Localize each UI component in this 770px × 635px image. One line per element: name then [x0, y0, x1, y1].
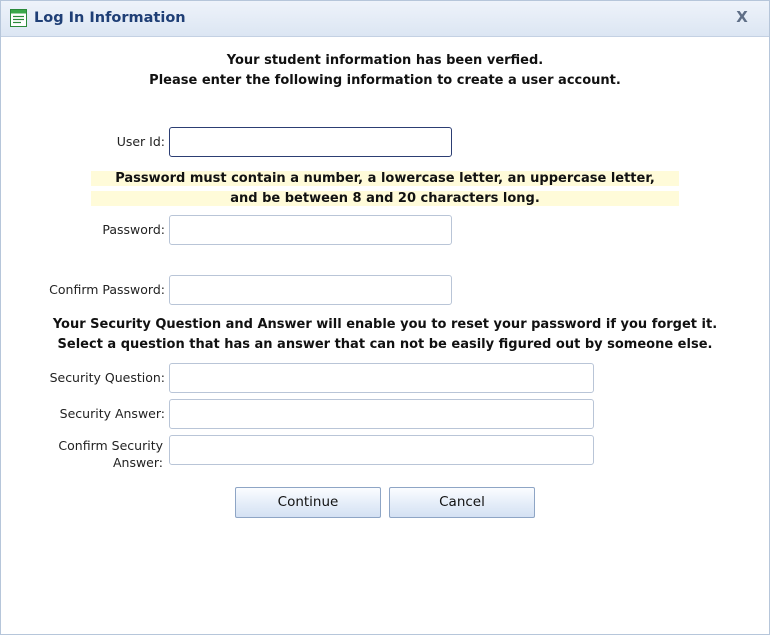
password-rule-line1: Password must contain a number, a lowerc…: [91, 171, 679, 186]
title-bar[interactable]: Log In Information X: [1, 1, 769, 37]
continue-button[interactable]: Continue: [235, 487, 381, 518]
password-label: Password:: [102, 222, 165, 237]
confirm-security-answer-input[interactable]: [169, 435, 594, 465]
security-note-line2: Select a question that has an answer tha…: [57, 337, 713, 352]
confirm-password-label: Confirm Password:: [49, 282, 165, 297]
security-answer-label: Security Answer:: [59, 406, 165, 421]
dialog-title: Log In Information: [34, 10, 186, 26]
password-rule-line2: and be between 8 and 20 characters long.: [91, 191, 679, 206]
confirm-password-input[interactable]: [169, 275, 452, 305]
confirm-security-answer-label: Confirm Security Answer:: [58, 438, 163, 470]
security-question-input[interactable]: [169, 363, 594, 393]
password-input[interactable]: [169, 215, 452, 245]
security-answer-input[interactable]: [169, 399, 594, 429]
cancel-button[interactable]: Cancel: [389, 487, 535, 518]
verified-message: Your student information has been verfie…: [226, 53, 544, 68]
instruction-message: Please enter the following information t…: [149, 73, 621, 88]
form-document-icon: [10, 9, 27, 27]
user-id-input[interactable]: [169, 127, 452, 157]
security-question-label: Security Question:: [49, 370, 165, 385]
security-note-line1: Your Security Question and Answer will e…: [52, 317, 718, 332]
user-id-label: User Id:: [116, 134, 165, 149]
close-button[interactable]: X: [729, 5, 755, 29]
login-info-dialog: Log In Information X Your student inform…: [0, 0, 770, 635]
